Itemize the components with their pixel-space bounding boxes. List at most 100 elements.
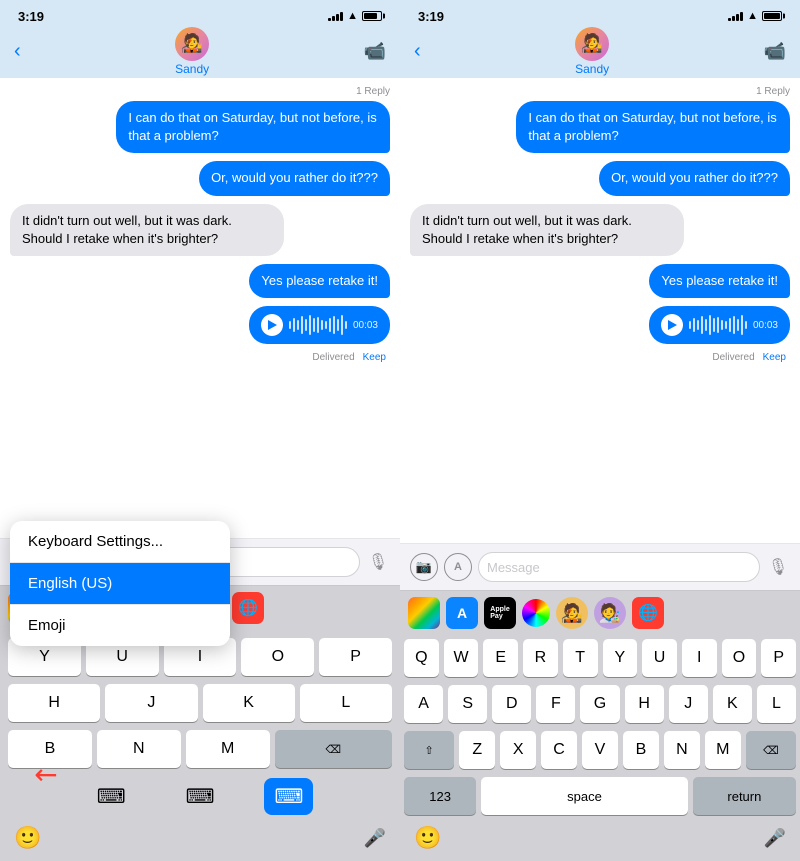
right-memoji2-icon[interactable]: 🧑‍🎨 xyxy=(594,597,626,629)
right-phone-panel: 3:19 ▲ ‹ 🧑‍🎤 Sandy 📹 1 Reply I can do th… xyxy=(400,0,800,861)
right-globe-icon[interactable]: 🌐 xyxy=(632,597,664,629)
right-key-123[interactable]: 123 xyxy=(404,777,476,815)
left-keyboard-popup: Keyboard Settings... English (US) Emoji xyxy=(10,521,230,646)
right-key-D[interactable]: D xyxy=(492,685,531,723)
right-key-I[interactable]: I xyxy=(682,639,717,677)
left-msg-3: It didn't turn out well, but it was dark… xyxy=(10,204,390,256)
right-key-X[interactable]: X xyxy=(500,731,536,769)
left-key-H[interactable]: H xyxy=(8,684,100,722)
left-key-N[interactable]: N xyxy=(97,730,181,768)
right-photos-icon[interactable] xyxy=(408,597,440,629)
right-key-O[interactable]: O xyxy=(722,639,757,677)
left-kbd-type-1[interactable]: ⌨ xyxy=(87,778,136,815)
left-nav-bar: ‹ 🧑‍🎤 Sandy 📹 xyxy=(0,28,400,78)
right-key-V[interactable]: V xyxy=(582,731,618,769)
left-keep-link[interactable]: Keep xyxy=(363,352,386,363)
right-appstore-icon[interactable]: A xyxy=(446,597,478,629)
right-apps-button[interactable]: A xyxy=(444,553,472,581)
right-key-delete[interactable]: ⌫ xyxy=(746,731,796,769)
right-keep-link[interactable]: Keep xyxy=(763,352,786,363)
left-key-L[interactable]: L xyxy=(300,684,392,722)
right-key-K[interactable]: K xyxy=(713,685,752,723)
left-key-K[interactable]: K xyxy=(203,684,295,722)
right-key-N[interactable]: N xyxy=(664,731,700,769)
left-keyboard-bottom: 🙂 🎤 xyxy=(0,819,400,861)
left-key-P[interactable]: P xyxy=(319,638,392,676)
left-audio-time: 00:03 xyxy=(353,320,378,331)
right-play-button[interactable] xyxy=(661,314,683,336)
left-status-time: 3:19 xyxy=(18,9,44,24)
right-key-P[interactable]: P xyxy=(761,639,796,677)
right-key-space[interactable]: space xyxy=(481,777,687,815)
left-key-M[interactable]: M xyxy=(186,730,270,768)
right-key-R[interactable]: R xyxy=(523,639,558,677)
left-dictate-button[interactable]: 🎙 xyxy=(366,550,390,574)
right-key-Y[interactable]: Y xyxy=(603,639,638,677)
left-reply-label: 1 Reply xyxy=(10,86,390,97)
right-msg-3: It didn't turn out well, but it was dark… xyxy=(410,204,790,256)
right-contact-name: Sandy xyxy=(575,62,609,76)
right-key-S[interactable]: S xyxy=(448,685,487,723)
right-audio-bubble: 00:03 xyxy=(649,306,790,344)
left-key-O[interactable]: O xyxy=(241,638,314,676)
left-kbd-type-3[interactable]: ⌨ xyxy=(264,778,313,815)
right-key-W[interactable]: W xyxy=(444,639,479,677)
left-popup-english[interactable]: English (US) xyxy=(10,563,230,605)
right-applepay-icon[interactable]: ApplePay xyxy=(484,597,516,629)
left-key-delete[interactable]: ⌫ xyxy=(275,730,392,768)
right-key-L[interactable]: L xyxy=(757,685,796,723)
right-wifi-icon: ▲ xyxy=(747,10,758,22)
right-back-button[interactable]: ‹ xyxy=(414,40,421,63)
right-key-H[interactable]: H xyxy=(625,685,664,723)
right-bubble-3: It didn't turn out well, but it was dark… xyxy=(410,204,684,256)
right-kbd-row2: A S D F G H J K L xyxy=(400,681,800,727)
left-popup-emoji[interactable]: Emoji xyxy=(10,605,230,646)
left-key-J[interactable]: J xyxy=(105,684,197,722)
right-bubble-4: Yes please retake it! xyxy=(649,264,790,298)
right-key-J[interactable]: J xyxy=(669,685,708,723)
left-emoji-button[interactable]: 🙂 xyxy=(14,825,41,851)
left-bubble-3: It didn't turn out well, but it was dark… xyxy=(10,204,284,256)
right-memoji1-icon[interactable]: 🧑‍🎤 xyxy=(556,597,588,629)
right-contact-info[interactable]: 🧑‍🎤 Sandy xyxy=(575,27,609,76)
right-mic-button[interactable]: 🎤 xyxy=(764,828,786,849)
right-keyboard: Q W E R T Y U I O P A S D F G H J K L ⇧ … xyxy=(400,635,800,819)
right-kbd-row4: 123 space return xyxy=(400,773,800,819)
right-rainbow-icon[interactable] xyxy=(522,599,550,627)
left-contact-info[interactable]: 🧑‍🎤 Sandy xyxy=(175,27,209,76)
left-popup-settings[interactable]: Keyboard Settings... xyxy=(10,521,230,563)
right-emoji-button[interactable]: 🙂 xyxy=(414,825,441,851)
right-messages-area: 1 Reply I can do that on Saturday, but n… xyxy=(400,78,800,543)
right-reply-label: 1 Reply xyxy=(410,86,790,97)
right-video-button[interactable]: 📹 xyxy=(764,41,786,62)
right-key-E[interactable]: E xyxy=(483,639,518,677)
signal-icon xyxy=(328,11,343,21)
right-message-input[interactable]: Message xyxy=(478,552,760,582)
wifi-icon: ▲ xyxy=(347,10,358,22)
right-camera-button[interactable]: 📷 xyxy=(410,553,438,581)
right-key-Z[interactable]: Z xyxy=(459,731,495,769)
right-key-B[interactable]: B xyxy=(623,731,659,769)
left-phone-panel: 3:19 ▲ ‹ 🧑‍🎤 Sandy 📹 1 Reply I can do th… xyxy=(0,0,400,861)
right-key-U[interactable]: U xyxy=(642,639,677,677)
right-kbd-row1: Q W E R T Y U I O P xyxy=(400,635,800,681)
left-globe-icon[interactable]: 🌐 xyxy=(232,592,264,624)
left-kbd-type-row: ⌨ ⌨ ⌨ xyxy=(4,772,396,819)
right-key-Q[interactable]: Q xyxy=(404,639,439,677)
right-key-F[interactable]: F xyxy=(536,685,575,723)
left-video-button[interactable]: 📹 xyxy=(364,41,386,62)
left-back-button[interactable]: ‹ xyxy=(14,40,21,63)
right-key-shift[interactable]: ⇧ xyxy=(404,731,454,769)
right-key-return[interactable]: return xyxy=(693,777,796,815)
right-key-G[interactable]: G xyxy=(580,685,619,723)
right-input-bar: 📷 A Message 🎙 xyxy=(400,543,800,590)
right-key-C[interactable]: C xyxy=(541,731,577,769)
left-play-button[interactable] xyxy=(261,314,283,336)
right-key-M[interactable]: M xyxy=(705,731,741,769)
left-mic-button[interactable]: 🎤 xyxy=(364,828,386,849)
right-dictate-button[interactable]: 🎙 xyxy=(766,555,790,579)
left-kbd-type-2[interactable]: ⌨ xyxy=(176,778,225,815)
right-key-T[interactable]: T xyxy=(563,639,598,677)
right-key-A[interactable]: A xyxy=(404,685,443,723)
left-kbd-row2: H J K L xyxy=(4,680,396,726)
